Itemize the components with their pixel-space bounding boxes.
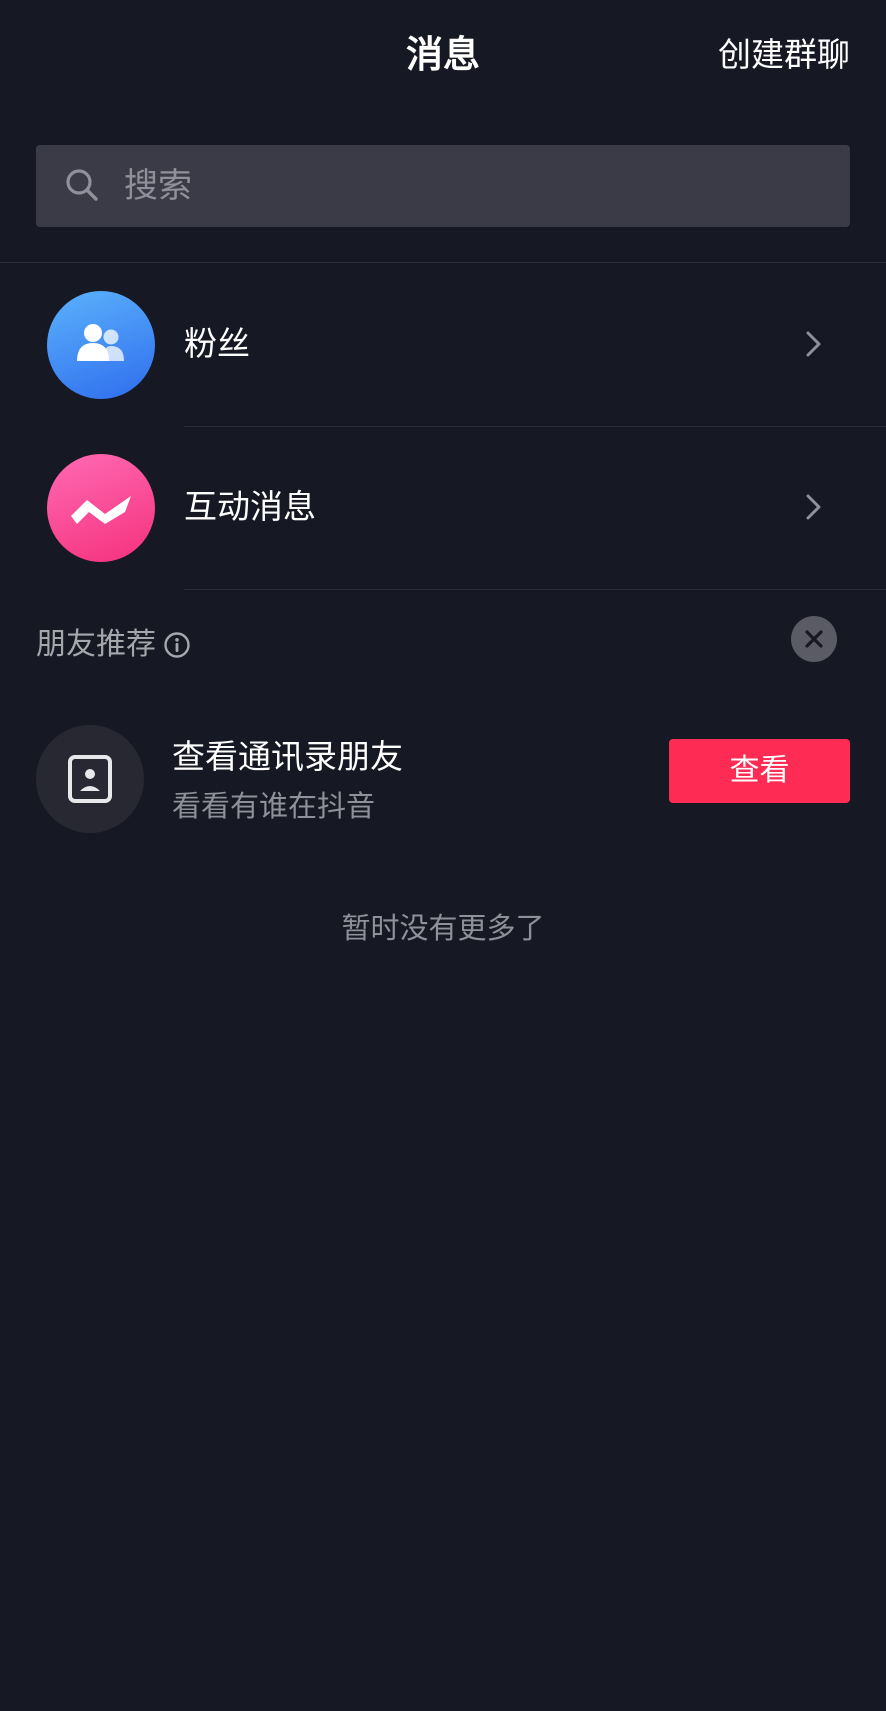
contact-book-icon [36, 725, 144, 833]
contact-friends-subtitle: 看看有谁在抖音 [172, 789, 376, 823]
info-icon[interactable] [163, 631, 191, 659]
search-input[interactable] [112, 145, 824, 227]
create-group-chat-button[interactable]: 创建群聊 [718, 32, 850, 78]
search-bar[interactable] [36, 145, 850, 227]
contact-friends-title: 查看通讯录朋友 [172, 737, 403, 776]
close-recommend-button[interactable] [791, 616, 837, 662]
list-item-label: 粉丝 [184, 324, 250, 363]
search-icon [64, 167, 100, 203]
interaction-icon [47, 454, 155, 562]
divider [184, 589, 886, 590]
section-title-friend-recommend: 朋友推荐 [36, 627, 156, 662]
chevron-right-icon [802, 490, 826, 524]
chevron-right-icon [802, 327, 826, 361]
list-item-interactions[interactable]: 互动消息 [0, 426, 886, 589]
header-bar: 消息 创建群聊 [0, 0, 886, 110]
close-icon [805, 630, 823, 648]
list-item-fans[interactable]: 粉丝 [0, 263, 886, 426]
fans-icon [47, 291, 155, 399]
list-item-label: 互动消息 [184, 487, 316, 526]
view-contacts-button[interactable]: 查看 [669, 739, 850, 803]
end-of-list-note: 暂时没有更多了 [341, 911, 545, 945]
